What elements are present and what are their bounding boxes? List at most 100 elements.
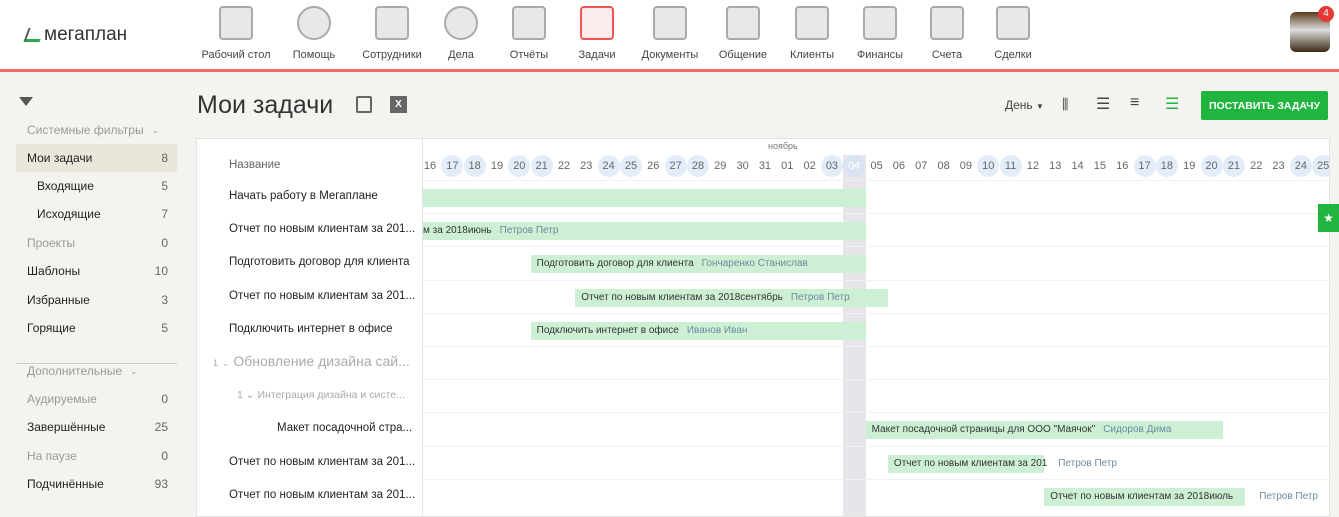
assignee[interactable]: Иванов Иван: [687, 325, 748, 336]
sidebar-item[interactable]: Завершённые 25: [16, 413, 177, 441]
nav-employees[interactable]: Сотрудники: [354, 6, 430, 61]
day-label: 22: [557, 160, 571, 172]
nav-lifebuoy[interactable]: Помощь: [276, 6, 352, 61]
list-view-icon[interactable]: ☰: [1096, 94, 1110, 114]
task-row-name[interactable]: Подготовить договор для клиента: [229, 256, 410, 268]
day-label: 12: [1026, 160, 1040, 172]
sidebar-item[interactable]: На паузе 0: [16, 442, 177, 470]
nav-contacts[interactable]: Клиенты: [774, 6, 850, 61]
sidebar-item[interactable]: Аудируемые 0: [16, 385, 177, 413]
day-label: 20: [1200, 155, 1223, 177]
sidebar-item[interactable]: Мои задачи 8: [16, 144, 177, 172]
contacts-icon: [795, 6, 829, 40]
day-label: 10: [977, 155, 1000, 177]
sidebar-divider: [16, 363, 177, 364]
day-label: 08: [937, 160, 950, 172]
task-bar[interactable]: м за 2018июнь Петров Петр: [423, 222, 866, 241]
day-label: 31: [758, 160, 772, 172]
sidebar-item[interactable]: Шаблоны 10: [16, 257, 177, 285]
task-row-name[interactable]: Отчет по новым клиентам за 201...: [229, 456, 415, 468]
gantt-view-icon[interactable]: ☰: [1165, 94, 1179, 114]
task-row-name[interactable]: Отчет по новым клиентам за 201...: [229, 489, 415, 501]
task-row-name[interactable]: Начать работу в Мегаплане: [229, 190, 378, 202]
task-bar[interactable]: Макет посадочной страницы для ООО "Маячо…: [865, 421, 1223, 440]
assignee[interactable]: Петров Петр: [791, 292, 850, 303]
nav-chat[interactable]: Общение: [705, 6, 781, 61]
sidebar-item[interactable]: Проекты 0: [16, 229, 177, 257]
day-label: 23: [1272, 160, 1285, 172]
add-task-button[interactable]: ПОСТАВИТЬ ЗАДАЧУ: [1201, 91, 1328, 120]
row-divider: [423, 478, 1329, 480]
assignee[interactable]: Петров Петр: [500, 225, 559, 236]
chevron-down-icon: ⌄: [151, 124, 160, 135]
sidebar-section[interactable]: Системные фильтры ⌄: [16, 116, 177, 144]
notification-badge: 4: [1318, 6, 1334, 22]
day-label: 01: [781, 160, 794, 172]
assignee[interactable]: Сидоров Дима: [1103, 424, 1171, 435]
sidebar-item[interactable]: Исходящие 7: [16, 200, 177, 228]
sidebar-item[interactable]: Избранные 3: [16, 286, 177, 314]
safe-icon: [863, 6, 897, 40]
day-label: 14: [1071, 160, 1084, 172]
nav-invoice[interactable]: Счета: [909, 6, 985, 61]
day-label: 24: [597, 155, 620, 177]
day-label: 11: [999, 155, 1022, 177]
day-label: 30: [736, 160, 749, 172]
day-label: 19: [490, 160, 504, 172]
nav-briefcase[interactable]: Сделки: [975, 6, 1051, 61]
tree-view-icon[interactable]: ≡: [1130, 94, 1139, 112]
nav-clock[interactable]: Дела: [423, 6, 499, 61]
clear-filter-icon[interactable]: [19, 97, 33, 106]
day-label: 06: [892, 160, 906, 172]
day-label: 17: [1133, 155, 1156, 177]
assignee[interactable]: Гончаренко Станислав: [702, 258, 808, 269]
day-label: 16: [423, 160, 437, 172]
row-divider: [423, 379, 1329, 381]
day-label: 05: [870, 160, 883, 172]
task-row-name[interactable]: Подключить интернет в офисе: [229, 323, 393, 335]
sidebar-item[interactable]: Входящие 5: [16, 172, 177, 200]
task-row-name[interactable]: Макет посадочной стра...: [277, 422, 412, 434]
row-divider: [423, 180, 1329, 181]
day-label: 18: [1155, 155, 1178, 177]
task-bar[interactable]: Отчет по новым клиентам за 2018сентябрь П…: [575, 288, 888, 307]
sidebar-section[interactable]: Дополнительные ⌄: [16, 357, 177, 385]
sidebar-item[interactable]: Подчинённые 93: [16, 470, 177, 498]
task-bar[interactable]: Подготовить договор для клиента Гончаренк…: [530, 255, 866, 274]
task-row-name[interactable]: 1 ⌄ Обновление дизайна сай...: [213, 353, 410, 369]
columns-view-icon[interactable]: ⫼: [1062, 96, 1068, 113]
task-bar[interactable]: Отчет по новым клиентам за 201: [887, 454, 1047, 473]
day-label: 25: [1312, 155, 1329, 177]
nav-safe[interactable]: Финансы: [842, 6, 918, 61]
top-nav: мегаплан Рабочий стол Помощь Сотрудники Дел…: [0, 0, 1339, 72]
row-divider: [423, 412, 1329, 414]
task-bar[interactable]: Отчет по новым клиентам за 2018июль: [1044, 487, 1246, 506]
day-label: 29: [714, 160, 727, 172]
row-divider: [423, 279, 1329, 281]
task-row-name[interactable]: Отчет по новым клиентам за 201...: [229, 290, 415, 302]
favorites-star-tab[interactable]: ★: [1318, 204, 1339, 232]
task-bar[interactable]: Подключить интернет в офисе Иванов Иван: [530, 321, 866, 340]
name-column-header[interactable]: Название: [229, 159, 280, 171]
nav-desktop[interactable]: Рабочий стол: [198, 6, 274, 61]
nav-tasks[interactable]: Задачи: [559, 6, 635, 61]
page-title: Мои задачи: [197, 91, 334, 119]
scale-dropdown[interactable]: День ▼: [1005, 98, 1044, 112]
nav-folder[interactable]: Документы: [632, 6, 708, 61]
task-row-name[interactable]: Отчет по новым клиентам за 201...: [229, 223, 415, 235]
excel-export-icon[interactable]: X: [390, 96, 407, 113]
nav-reports[interactable]: Отчёты: [491, 6, 567, 61]
task-bar[interactable]: [423, 189, 866, 207]
day-label: 15: [1093, 160, 1107, 172]
logo[interactable]: мегаплан: [23, 24, 127, 46]
sidebar-item[interactable]: Горящие 5: [16, 314, 177, 342]
day-label: 24: [1289, 155, 1312, 177]
assignee[interactable]: Петров Петр: [1058, 455, 1117, 473]
assignee[interactable]: Петров Петр: [1259, 488, 1318, 506]
chevron-icon: ⌄: [245, 389, 255, 402]
task-row-name[interactable]: 1 ⌄ Интеграция дизайна и систе...: [237, 389, 405, 401]
gantt-timeline: ноябрь 16 17 18 19 20 21 22 23 24 25 26 27 28 29 30 31 0…: [423, 139, 1329, 516]
day-label: 19: [1183, 160, 1196, 172]
day-label: 28: [686, 155, 709, 177]
copy-icon[interactable]: [356, 96, 372, 113]
